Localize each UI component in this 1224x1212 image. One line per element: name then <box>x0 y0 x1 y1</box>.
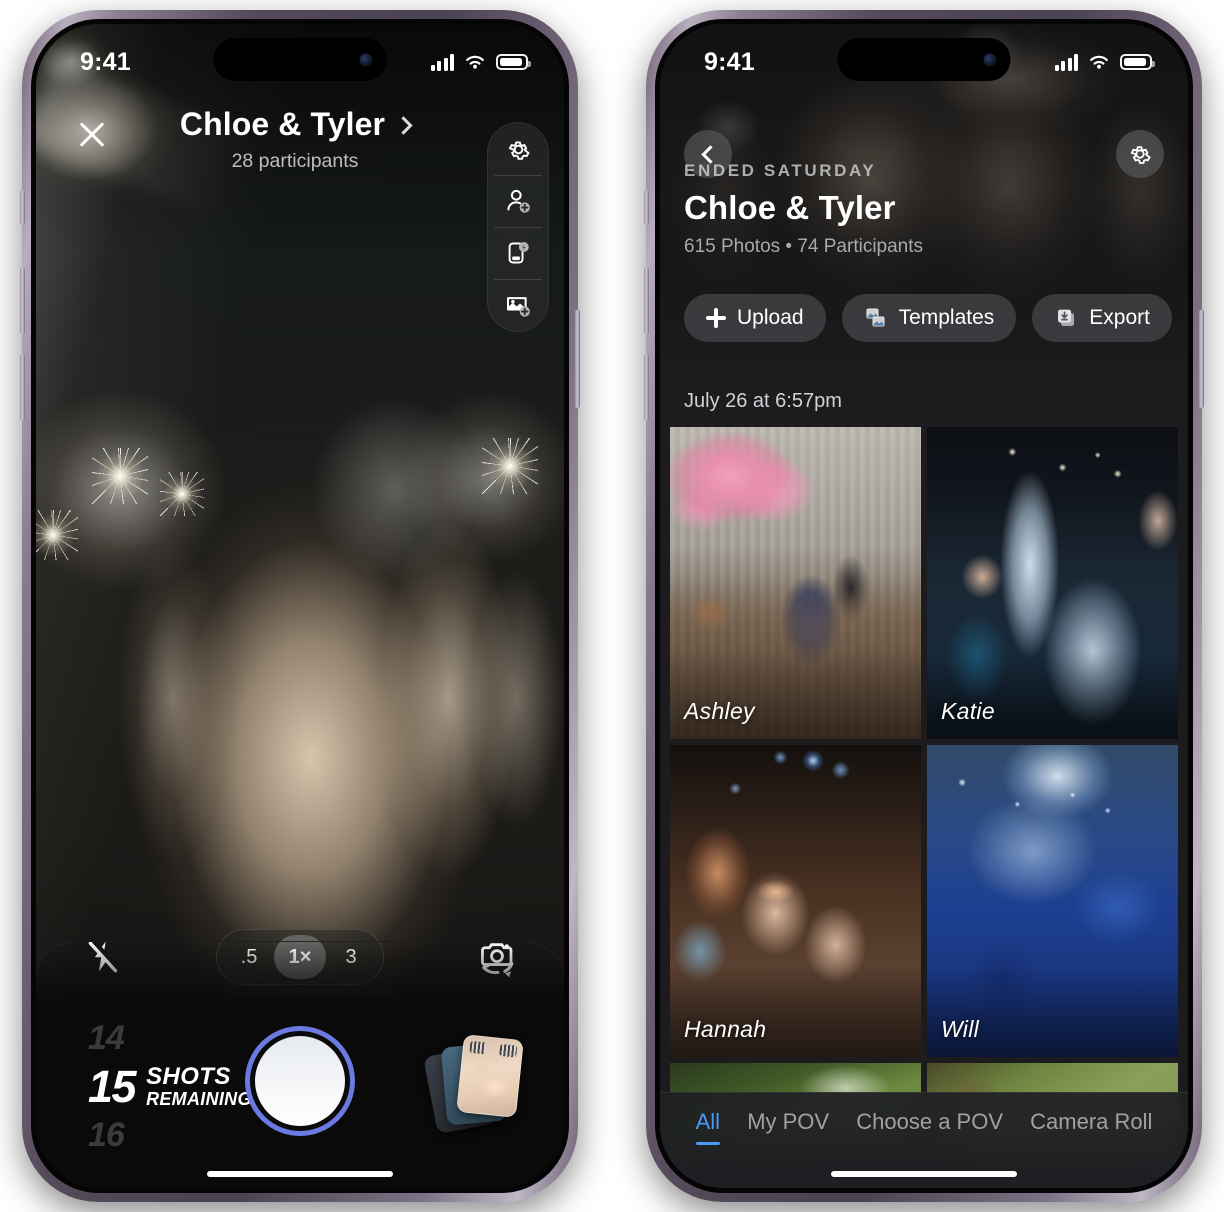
camera-tool-rail <box>487 122 549 332</box>
event-hero-header: 9:41 ENDED SATURDAY Chloe & Tyler 615 Ph… <box>660 24 1188 368</box>
gallery-app: 9:41 ENDED SATURDAY Chloe & Tyler 615 Ph… <box>660 24 1188 1188</box>
tab-my-pov[interactable]: My POV <box>747 1109 829 1147</box>
photo-shade <box>670 967 921 1057</box>
add-photo-button[interactable] <box>487 279 549 331</box>
shots-next: 16 <box>88 1116 125 1154</box>
photo-shade <box>927 967 1178 1057</box>
gallery-scroll-body[interactable]: July 26 at 6:57pm Ashley Katie Hannah Wi… <box>660 368 1188 1188</box>
front-camera-icon <box>359 53 373 66</box>
photo-stack-thumbnail[interactable] <box>423 1034 526 1137</box>
tab-camera-roll[interactable]: Camera Roll <box>1030 1109 1152 1147</box>
camera-bottom-bar: 14 15 SHOTS REMAINING 16 <box>36 941 564 1188</box>
photo-cell[interactable]: Will <box>927 745 1178 1057</box>
dynamic-island-right <box>837 38 1011 81</box>
upload-button[interactable]: Upload <box>684 294 826 342</box>
home-indicator-right[interactable] <box>831 1171 1017 1177</box>
volume-down-button[interactable] <box>20 354 25 420</box>
hero-text-block: ENDED SATURDAY Chloe & Tyler 615 Photos … <box>684 161 923 258</box>
photo-cell[interactable]: Ashley <box>670 427 921 739</box>
home-indicator-left[interactable] <box>207 1171 393 1177</box>
chevron-right-icon <box>394 116 413 135</box>
phone-bezel-left: 9:41 Chloe & Tyler 28 participants 14 15… <box>31 19 569 1193</box>
silent-switch[interactable] <box>644 190 649 224</box>
power-button[interactable] <box>575 310 580 408</box>
photo-cell[interactable]: Hannah <box>670 745 921 1057</box>
photo-grid: Ashley Katie Hannah Will <box>660 427 1188 1147</box>
event-meta: 615 Photos • 74 Participants <box>684 236 924 257</box>
tab-choose-a-pov[interactable]: Choose a POV <box>856 1109 1003 1147</box>
dynamic-island-left <box>213 38 387 81</box>
templates-label: Templates <box>898 306 995 329</box>
add-photo-icon <box>506 296 530 317</box>
camera-header: Chloe & Tyler 28 participants <box>36 106 564 173</box>
device-flash-icon <box>508 242 529 264</box>
close-button[interactable] <box>70 112 114 156</box>
screenshot-stage: 9:41 Chloe & Tyler 28 participants 14 15… <box>0 0 1224 1212</box>
phone-bezel-right: 9:41 ENDED SATURDAY Chloe & Tyler 615 Ph… <box>655 19 1193 1193</box>
shots-label: SHOTS REMAINING <box>146 1063 252 1109</box>
stack-card-front <box>456 1034 524 1118</box>
hero-action-buttons: Upload Templates Export <box>684 294 1172 342</box>
camera-title-block: Chloe & Tyler 28 participants <box>104 106 486 173</box>
volume-down-button[interactable] <box>644 354 649 420</box>
silent-switch[interactable] <box>20 190 25 224</box>
event-status-label: ENDED SATURDAY <box>684 161 877 180</box>
event-title: Chloe & Tyler <box>179 106 386 142</box>
settings-button[interactable] <box>487 123 549 175</box>
participants-count: 28 participants <box>231 150 359 172</box>
settings-button[interactable] <box>1116 130 1164 178</box>
shutter-button[interactable] <box>245 1026 355 1136</box>
photo-author-name: Will <box>941 1016 980 1042</box>
device-flash-button[interactable] <box>487 227 549 279</box>
volume-up-button[interactable] <box>20 268 25 334</box>
export-label: Export <box>1089 306 1150 329</box>
gear-icon <box>508 140 529 160</box>
camera-screen: 9:41 Chloe & Tyler 28 participants 14 15… <box>36 24 564 1188</box>
photo-shade <box>927 649 1178 739</box>
add-person-icon <box>506 189 530 213</box>
front-camera-icon <box>983 53 997 66</box>
export-icon <box>1058 309 1075 326</box>
upload-label: Upload <box>737 306 804 329</box>
gallery-screen: 9:41 ENDED SATURDAY Chloe & Tyler 615 Ph… <box>660 24 1188 1188</box>
volume-up-button[interactable] <box>644 268 649 334</box>
event-title: Chloe & Tyler <box>684 189 896 226</box>
phone-device-right: 9:41 ENDED SATURDAY Chloe & Tyler 615 Ph… <box>644 10 1204 1202</box>
shots-label-line2: REMAINING <box>146 1088 252 1109</box>
export-button[interactable]: Export <box>1032 294 1172 342</box>
power-button[interactable] <box>1199 310 1204 408</box>
shots-current: 15 <box>88 1061 137 1112</box>
event-title-button[interactable]: Chloe & Tyler <box>104 106 486 143</box>
shots-label-line1: SHOTS <box>146 1063 231 1091</box>
gear-icon <box>1130 146 1151 164</box>
templates-button[interactable]: Templates <box>841 294 1017 342</box>
tab-all[interactable]: All <box>695 1109 721 1147</box>
templates-icon <box>866 308 885 327</box>
photo-author-name: Ashley <box>684 698 755 724</box>
date-header: July 26 at 6:57pm <box>684 390 842 412</box>
plus-icon <box>706 308 726 328</box>
photo-shade <box>670 649 921 739</box>
phone-device-left: 9:41 Chloe & Tyler 28 participants 14 15… <box>20 10 580 1202</box>
photo-author-name: Katie <box>941 698 995 724</box>
photo-cell[interactable]: Katie <box>927 427 1178 739</box>
add-participant-button[interactable] <box>487 175 549 227</box>
photo-author-name: Hannah <box>684 1016 767 1042</box>
